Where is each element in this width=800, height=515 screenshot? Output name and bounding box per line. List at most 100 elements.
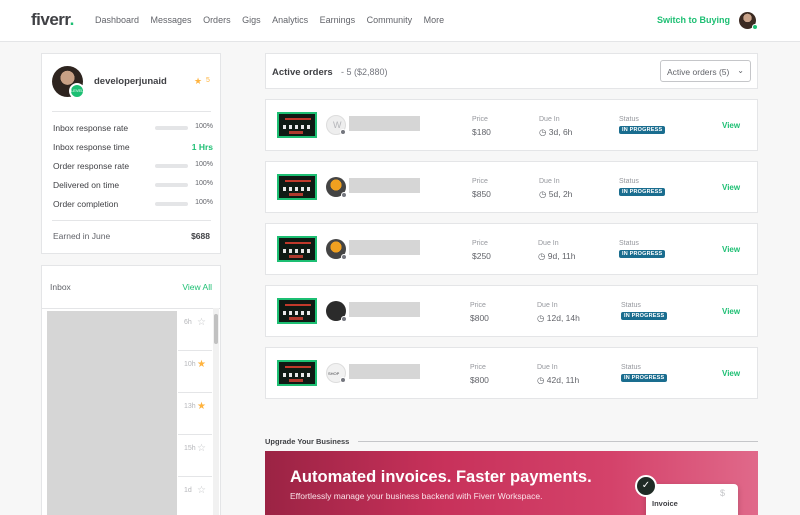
order-price: $850 xyxy=(472,189,491,199)
switch-to-buying-link[interactable]: Switch to Buying xyxy=(657,15,730,25)
order-row[interactable]: Price $850 Due In ◷ 5d, 2h Status IN PRO… xyxy=(265,161,758,213)
price-label: Price xyxy=(470,364,486,371)
price-label: Price xyxy=(472,240,488,247)
view-order-link[interactable]: View xyxy=(722,245,740,254)
order-row[interactable]: Price $800 Due In ◷ 12d, 14h Status IN P… xyxy=(265,285,758,337)
gig-thumbnail[interactable] xyxy=(277,236,317,262)
profile-username[interactable]: developerjunaid xyxy=(94,76,167,87)
stat-order-completion: Order completion 100% xyxy=(53,199,213,211)
due-label: Due In xyxy=(537,302,558,309)
stat-value: 100% xyxy=(195,161,213,168)
inbox-scrollbar[interactable] xyxy=(213,308,219,515)
due-label: Due In xyxy=(538,240,559,247)
stat-label: Order response rate xyxy=(53,161,130,171)
nav-dashboard[interactable]: Dashboard xyxy=(95,15,139,25)
order-row[interactable]: Price $250 Due In ◷ 9d, 11h Status IN PR… xyxy=(265,223,758,275)
orders-filter-value: Active orders (5) xyxy=(667,67,730,77)
orders-filter-dropdown[interactable]: Active orders (5) ⌄ xyxy=(660,60,751,82)
dollar-icon: $ xyxy=(720,488,726,498)
status-badge: IN PROGRESS xyxy=(619,188,666,196)
order-price: $250 xyxy=(472,251,491,261)
stat-label: Inbox response time xyxy=(53,142,130,152)
redacted-messages[interactable] xyxy=(47,311,177,515)
view-order-link[interactable]: View xyxy=(722,183,740,192)
buyer-avatar[interactable]: SHOP xyxy=(326,363,346,383)
stat-label: Inbox response rate xyxy=(53,123,129,133)
order-due: ◷ 5d, 2h xyxy=(539,189,573,199)
invoice-label: Invoice xyxy=(652,499,678,508)
main-nav: Dashboard Messages Orders Gigs Analytics… xyxy=(95,15,456,25)
fiverr-logo[interactable]: fiverr. xyxy=(31,10,74,30)
buyer-avatar[interactable] xyxy=(326,239,347,260)
invoice-illustration: Invoice $ xyxy=(646,484,738,515)
buyer-avatar[interactable]: W xyxy=(326,115,346,135)
star-outline-icon[interactable]: ☆ xyxy=(197,443,206,454)
active-orders-header: Active orders - 5 ($2,880) Active orders… xyxy=(265,53,758,89)
earned-label: Earned in June xyxy=(53,231,111,241)
redacted-buyer-name xyxy=(349,240,420,255)
nav-more[interactable]: More xyxy=(424,15,445,25)
due-label: Due In xyxy=(537,364,558,371)
progress-bar xyxy=(155,183,188,187)
workspace-promo-banner[interactable]: Automated invoices. Faster payments. Eff… xyxy=(265,451,758,515)
stat-inbox-response-rate: Inbox response rate 100% xyxy=(53,123,213,135)
inbox-item[interactable]: 6h ☆ xyxy=(178,309,212,351)
view-order-link[interactable]: View xyxy=(722,369,740,378)
clock-icon: ◷ xyxy=(537,313,547,323)
divider xyxy=(52,220,211,221)
progress-bar xyxy=(155,164,188,168)
inbox-item[interactable]: 15h ☆ xyxy=(178,435,212,477)
status-badge: IN PROGRESS xyxy=(621,374,668,382)
checkmark-icon: ✓ xyxy=(635,475,657,497)
inbox-item[interactable]: 1d ☆ xyxy=(178,477,212,515)
earned-value: $688 xyxy=(191,231,210,241)
star-filled-icon[interactable]: ★ xyxy=(197,359,206,370)
stat-value: 100% xyxy=(195,199,213,206)
view-order-link[interactable]: View xyxy=(722,121,740,130)
nav-community[interactable]: Community xyxy=(367,15,413,25)
inbox-card: Inbox View All 6h ☆ 10h ★ 13h ★ 15h ☆ 1d… xyxy=(41,265,221,515)
nav-analytics[interactable]: Analytics xyxy=(272,15,308,25)
gig-thumbnail[interactable] xyxy=(277,174,317,200)
gig-thumbnail[interactable] xyxy=(277,298,317,324)
inbox-item[interactable]: 13h ★ xyxy=(178,393,212,435)
inbox-list: 6h ☆ 10h ★ 13h ★ 15h ☆ 1d ☆ xyxy=(42,308,220,515)
status-label: Status xyxy=(619,178,639,185)
order-price: $180 xyxy=(472,127,491,137)
star-outline-icon[interactable]: ☆ xyxy=(197,317,206,328)
seller-level-badge: LEVEL ONE xyxy=(69,83,85,105)
order-due: ◷ 42d, 11h xyxy=(537,375,580,385)
upgrade-section-title: Upgrade Your Business xyxy=(265,437,350,446)
order-row[interactable]: W Price $180 Due In ◷ 3d, 6h Status IN P… xyxy=(265,99,758,151)
inbox-title: Inbox xyxy=(50,282,71,292)
gig-thumbnail[interactable] xyxy=(277,112,317,138)
buyer-avatar[interactable] xyxy=(326,177,347,198)
clock-icon: ◷ xyxy=(538,251,548,261)
inbox-view-all-link[interactable]: View All xyxy=(182,282,212,292)
nav-earnings[interactable]: Earnings xyxy=(320,15,356,25)
divider xyxy=(358,441,758,442)
inbox-item[interactable]: 10h ★ xyxy=(178,351,212,393)
view-order-link[interactable]: View xyxy=(722,307,740,316)
star-filled-icon[interactable]: ★ xyxy=(197,401,206,412)
order-due: ◷ 12d, 14h xyxy=(537,313,580,323)
nav-messages[interactable]: Messages xyxy=(151,15,192,25)
status-label: Status xyxy=(619,116,639,123)
nav-gigs[interactable]: Gigs xyxy=(242,15,261,25)
header-avatar[interactable] xyxy=(739,12,758,30)
clock-icon: ◷ xyxy=(537,375,547,385)
scrollbar-thumb[interactable] xyxy=(214,314,218,344)
order-row[interactable]: SHOP Price $800 Due In ◷ 42d, 11h Status… xyxy=(265,347,758,399)
stat-value: 1 Hrs xyxy=(191,142,213,152)
status-badge: IN PROGRESS xyxy=(621,312,668,320)
order-price: $800 xyxy=(470,375,489,385)
top-header: fiverr. Dashboard Messages Orders Gigs A… xyxy=(0,0,800,42)
gig-thumbnail[interactable] xyxy=(277,360,317,386)
due-label: Due In xyxy=(539,178,560,185)
online-indicator xyxy=(752,24,758,30)
star-outline-icon[interactable]: ☆ xyxy=(197,485,206,496)
progress-bar xyxy=(155,202,188,206)
nav-orders[interactable]: Orders xyxy=(203,15,231,25)
status-label: Status xyxy=(621,302,641,309)
buyer-avatar[interactable] xyxy=(326,301,347,322)
